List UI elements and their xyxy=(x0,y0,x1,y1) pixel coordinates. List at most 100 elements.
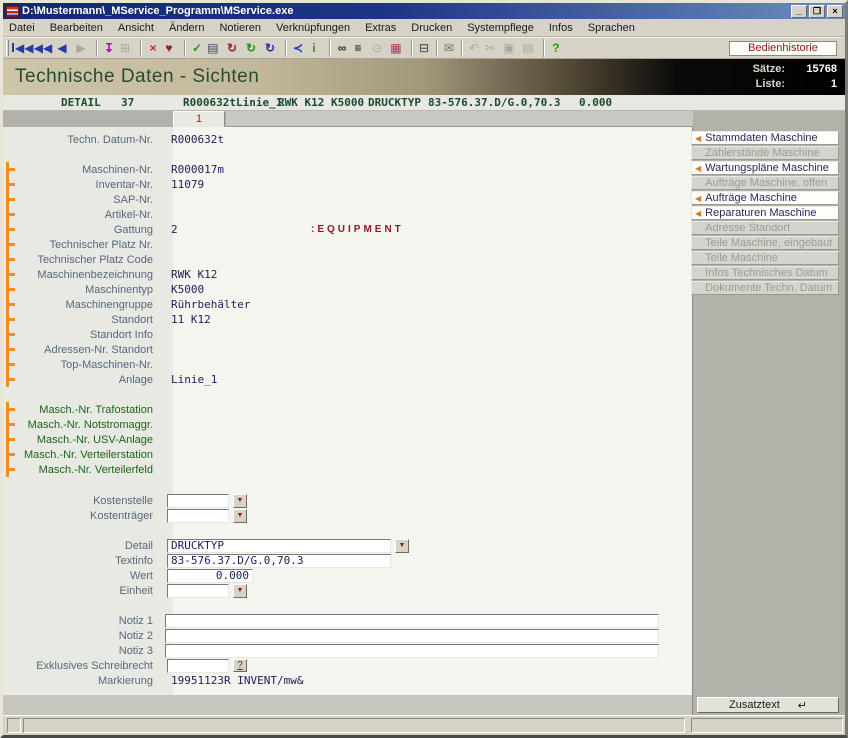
sidebar-button[interactable]: ◀ Aufträge Maschine, offen xyxy=(691,176,839,190)
field-label: Masch.-Nr. Verteilerfeld xyxy=(19,464,163,476)
textinfo-input[interactable] xyxy=(167,554,391,568)
prev-record-icon[interactable]: ◀ xyxy=(52,39,71,57)
record-info: Sätze: 15768 Liste: 1 xyxy=(707,62,837,92)
insert-record-icon[interactable]: ↧ xyxy=(96,39,115,57)
tab-1[interactable]: 1 xyxy=(173,111,225,127)
liste-label: Liste: xyxy=(756,77,785,92)
row-marker xyxy=(3,177,19,192)
paste-icon[interactable]: ▤ xyxy=(518,39,537,57)
refresh-blue-icon[interactable]: ↻ xyxy=(260,39,279,57)
chevron-down-icon[interactable]: ▼ xyxy=(395,539,409,553)
status-panel-main xyxy=(23,718,685,733)
chart-icon[interactable]: ▦ xyxy=(386,39,405,57)
undo-icon[interactable]: ↶ xyxy=(461,39,480,57)
menu-item[interactable]: Ändern xyxy=(169,22,204,34)
tree-view-icon[interactable]: ⊞ xyxy=(115,39,134,57)
next-record-icon[interactable]: ▶ xyxy=(71,39,90,57)
sidebar-button[interactable]: ◀ Wartungspläne Maschine xyxy=(691,161,839,175)
sidebar-button[interactable]: ◀ Teile Maschine xyxy=(691,251,839,265)
field-value: RWK K12 xyxy=(163,268,311,281)
print-icon[interactable]: ⊟ xyxy=(411,39,430,57)
sidebar-button-label: Adresse Standort xyxy=(705,222,790,234)
saetze-label: Sätze: xyxy=(753,62,785,77)
form-row: Artikel-Nr. xyxy=(3,207,692,222)
sidebar-button[interactable]: ◀ Teile Maschine, eingebaut xyxy=(691,236,839,250)
cut-icon[interactable]: ✂ xyxy=(480,39,499,57)
menu-item[interactable]: Drucken xyxy=(411,22,452,34)
chevron-down-icon[interactable]: ▼ xyxy=(233,509,247,523)
chevron-down-icon[interactable]: ▼ xyxy=(233,584,247,598)
menu-item[interactable]: Verknüpfungen xyxy=(276,22,350,34)
field-label: Exklusives Schreibrecht xyxy=(19,660,163,672)
field-value: 2 xyxy=(163,223,311,236)
prev-fast-icon[interactable]: ◀◀ xyxy=(33,39,52,57)
favorite-heart-icon[interactable]: ♥ xyxy=(159,39,178,57)
einheit-input[interactable] xyxy=(167,584,229,598)
close-button[interactable]: × xyxy=(827,5,843,18)
maximize-button[interactable]: ❐ xyxy=(809,5,825,18)
menu-item[interactable]: Sprachen xyxy=(588,22,635,34)
zusatztext-button[interactable]: Zusatztext ↵ xyxy=(697,697,839,713)
form-row: Maschinentyp K5000 xyxy=(3,282,692,297)
help-icon[interactable]: ? xyxy=(543,39,562,57)
toolbar-grip[interactable] xyxy=(6,40,9,56)
help-lookup-button[interactable]: ? xyxy=(233,659,247,672)
sidebar-button[interactable]: ◀ Zählerstände Maschine xyxy=(691,146,839,160)
form-row: Einheit ▼ xyxy=(3,583,692,598)
form-row: Masch.-Nr. Verteilerfeld xyxy=(3,462,692,477)
bedienhistorie-button[interactable]: Bedienhistorie xyxy=(729,41,837,56)
copy-icon[interactable]: ▣ xyxy=(499,39,518,57)
menu-item[interactable]: Bearbeiten xyxy=(50,22,103,34)
refresh-green-icon[interactable]: ↻ xyxy=(241,39,260,57)
title-bar[interactable]: D:\Mustermann\_MService_Programm\MServic… xyxy=(3,3,845,19)
sidebar-button[interactable]: ◀ Aufträge Maschine xyxy=(691,191,839,205)
field-value: R000632t xyxy=(163,133,311,146)
row-marker xyxy=(3,327,19,342)
menu-item[interactable]: Notieren xyxy=(219,22,261,34)
record-count: 37 xyxy=(121,96,134,109)
notiz1-input[interactable] xyxy=(165,614,659,628)
menu-item[interactable]: Ansicht xyxy=(118,22,154,34)
field-label: Technischer Platz Nr. xyxy=(19,239,163,251)
list-icon[interactable]: ≡ xyxy=(348,39,367,57)
link-branch-icon[interactable]: ≺ xyxy=(285,39,304,57)
menu-item[interactable]: Datei xyxy=(9,22,35,34)
sidebar-button[interactable]: ◀ Stammdaten Maschine xyxy=(691,131,839,145)
menu-item[interactable]: Infos xyxy=(549,22,573,34)
field-label: Maschinen-Nr. xyxy=(19,164,163,176)
menu-item[interactable]: Extras xyxy=(365,22,396,34)
field-label: Top-Maschinen-Nr. xyxy=(19,359,163,371)
sidebar-button[interactable]: ◀ Adresse Standort xyxy=(691,221,839,235)
row-marker xyxy=(3,192,19,207)
field-label: Textinfo xyxy=(19,555,163,567)
form-view-icon[interactable]: ▤ xyxy=(203,39,222,57)
sidebar-button[interactable]: ◀ Infos Technisches Datum xyxy=(691,266,839,280)
eye-icon[interactable]: ⊙ xyxy=(367,39,386,57)
notiz3-input[interactable] xyxy=(165,644,659,658)
kostenstelle-input[interactable] xyxy=(167,494,229,508)
form-row: Detail ▼ xyxy=(3,538,692,553)
minimize-button[interactable]: _ xyxy=(791,5,807,18)
chevron-down-icon[interactable]: ▼ xyxy=(233,494,247,508)
sidebar-button-label: Aufträge Maschine xyxy=(705,192,797,204)
first-record-icon[interactable]: ◀◀ xyxy=(12,39,33,57)
refresh-red-icon[interactable]: ↻ xyxy=(222,39,241,57)
record-wert: 0.000 xyxy=(579,96,612,109)
sidebar-button[interactable]: ◀ Dokumente Techn. Datum xyxy=(691,281,839,295)
info-icon[interactable]: i xyxy=(304,39,323,57)
notiz2-input[interactable] xyxy=(165,629,659,643)
detail-input[interactable] xyxy=(167,539,391,553)
arrow-left-icon: ◀ xyxy=(695,209,701,218)
sidebar-button[interactable]: ◀ Reparaturen Maschine xyxy=(691,206,839,220)
mail-icon[interactable]: ✉ xyxy=(436,39,455,57)
confirm-check-icon[interactable]: ✓ xyxy=(184,39,203,57)
kostentraeger-input[interactable] xyxy=(167,509,229,523)
wert-input[interactable] xyxy=(167,569,253,583)
record-typ: K5000 xyxy=(331,96,364,109)
search-binoculars-icon[interactable]: ∞ xyxy=(329,39,348,57)
record-anlage: Linie_1 xyxy=(236,96,282,109)
delete-icon[interactable]: × xyxy=(140,39,159,57)
schreibrecht-input[interactable] xyxy=(167,659,229,673)
form-row: Notiz 1 xyxy=(3,613,692,628)
menu-item[interactable]: Systempflege xyxy=(467,22,534,34)
